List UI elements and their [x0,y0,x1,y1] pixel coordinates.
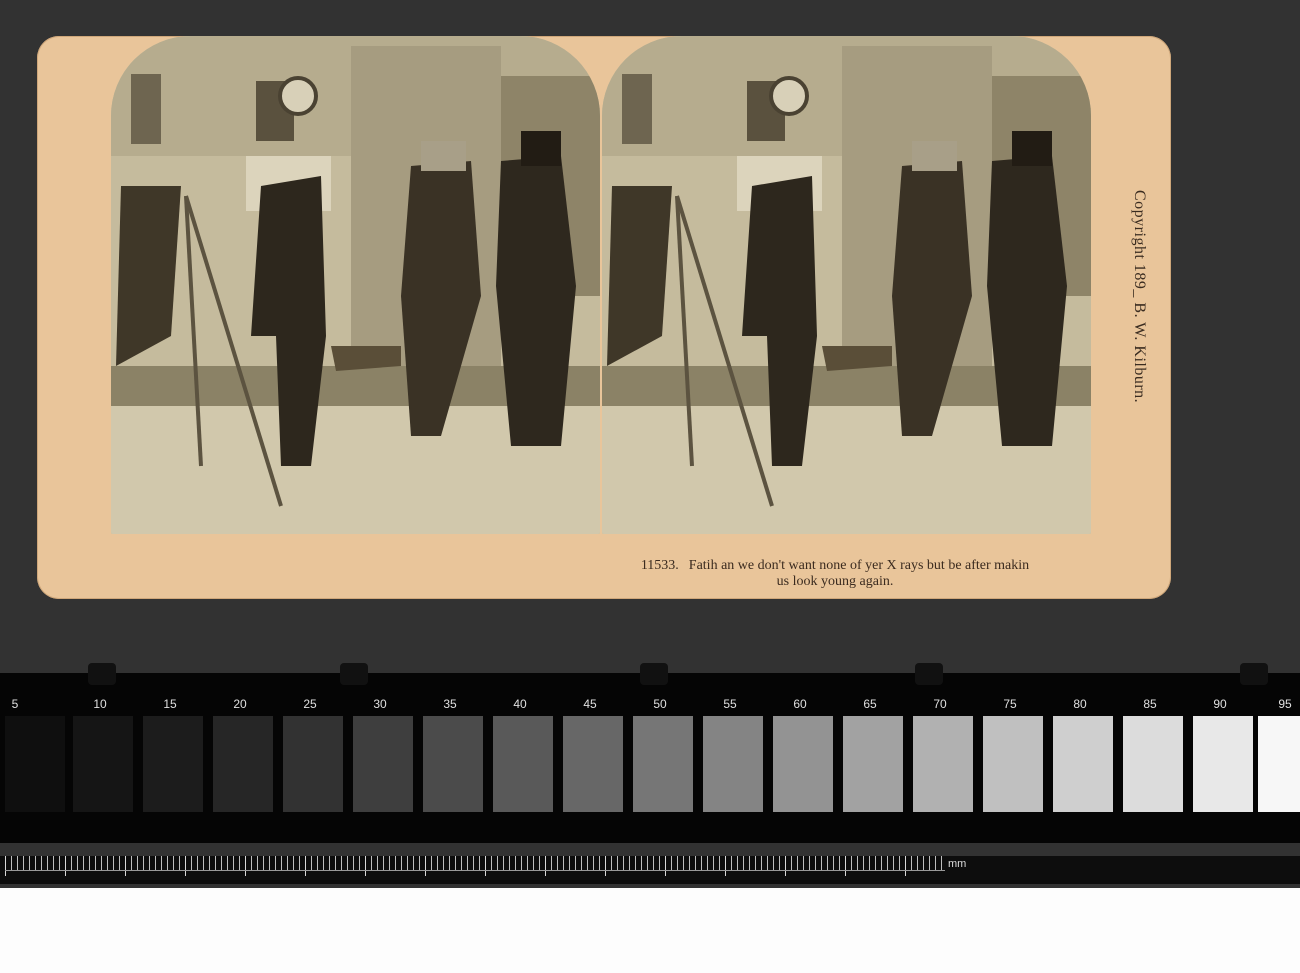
caption-line-2: us look young again. [776,574,894,589]
scale-label: 75 [1003,697,1017,711]
scale-label: 40 [513,697,527,711]
mm-ruler: mm [0,856,1300,884]
grey-patch [5,716,65,812]
grey-patch [1123,716,1183,812]
scale-label: 80 [1073,697,1087,711]
grey-patch [213,716,273,812]
scan-background: Copyright 189_ B. W. Kilburn. 11533. Fati… [0,0,1300,888]
stereo-photo-left [111,36,600,534]
grey-patch [493,716,553,812]
scale-label: 45 [583,697,597,711]
grey-patch [143,716,203,812]
grey-patch [283,716,343,812]
grey-patch [1053,716,1113,812]
scale-label: 10 [93,697,107,711]
scale-tab [640,663,668,685]
grey-patch [563,716,623,812]
scale-tab [915,663,943,685]
scale-label: 90 [1213,697,1227,711]
grey-patch [913,716,973,812]
scale-label: 70 [933,697,947,711]
scale-label: 60 [793,697,807,711]
ruler-baseline [5,870,945,871]
grey-patch [73,716,133,812]
scale-tab [340,663,368,685]
scale-label: 35 [443,697,457,711]
grey-patch [423,716,483,812]
grey-patch [1193,716,1253,812]
scale-label: 55 [723,697,737,711]
scale-label: 25 [303,697,317,711]
card-caption: 11533. Fatih an we don't want none of yer… [540,558,1130,590]
scale-label: 15 [163,697,177,711]
scale-label: 85 [1143,697,1157,711]
scale-label: 95 [1278,697,1292,711]
caption-number: 11533. [640,558,679,573]
scale-label: 50 [653,697,667,711]
scale-label: 20 [233,697,247,711]
grey-patch [773,716,833,812]
ruler-major-ticks [5,856,945,876]
scale-label: 5 [11,697,19,711]
grey-patch [983,716,1043,812]
stereo-photo-right [602,36,1091,534]
scale-tab [1240,663,1268,685]
grey-patch [633,716,693,812]
grey-patch [843,716,903,812]
grey-patch [703,716,763,812]
grey-patch [353,716,413,812]
caption-line-1: Fatih an we don't want none of yer X ray… [688,558,1030,573]
scale-tab [88,663,116,685]
copyright-text: Copyright 189_ B. W. Kilburn. [1131,190,1148,404]
ruler-unit-label: mm [948,858,967,870]
grey-scale-target: 5 10 15 20 25 30 35 40 45 50 55 60 65 70… [0,663,1300,843]
scale-label: 65 [863,697,877,711]
scale-label: 30 [373,697,387,711]
grey-patch [1258,716,1300,812]
